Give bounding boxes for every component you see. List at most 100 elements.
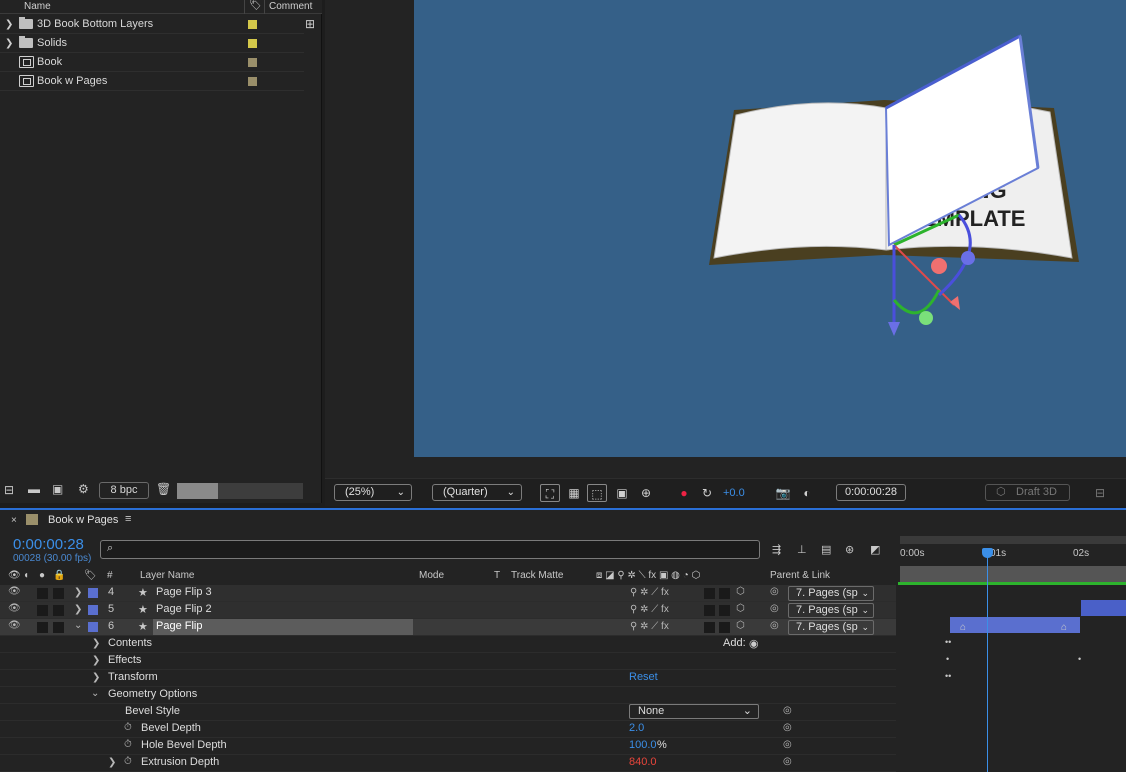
pick-whip-icon[interactable]: ◎ bbox=[783, 756, 792, 767]
layer-switches-icons[interactable]: ⚲ ✲ ⟋ fx bbox=[630, 587, 669, 598]
interpret-footage-icon[interactable]: ⊟ bbox=[4, 483, 14, 497]
keyframe-icon[interactable]: •• bbox=[945, 671, 951, 681]
trash-icon[interactable]: 🗑 bbox=[156, 482, 171, 496]
project-item-book[interactable]: Book bbox=[0, 53, 304, 72]
pick-whip-icon[interactable]: ◎ bbox=[783, 722, 792, 733]
chevron-right-icon[interactable]: ❯ bbox=[74, 604, 82, 615]
flowchart-icon[interactable]: ⊞ bbox=[305, 17, 315, 31]
draft-3d-toggle-icon[interactable]: ⊥ bbox=[797, 543, 807, 556]
layer-row-selected[interactable]: 👁 ⌄ 6 ★ Page Flip ⚲ ✲ ⟋ fx ⬡ ◎ 7. Pages … bbox=[0, 619, 896, 636]
3d-view-icon[interactable]: ⊟ bbox=[1090, 484, 1110, 502]
parent-dropdown[interactable]: 7. Pages (sp ⌄ bbox=[788, 586, 874, 601]
rotation-handle[interactable] bbox=[931, 258, 947, 274]
time-navigator[interactable] bbox=[900, 566, 1126, 582]
bit-depth-button[interactable]: 8 bpc bbox=[99, 482, 149, 499]
3d-layer-icon[interactable]: ⬡ bbox=[736, 620, 745, 631]
bevel-depth-value[interactable]: 2.0 bbox=[629, 722, 644, 734]
extrusion-depth-value[interactable]: 840.0 bbox=[629, 756, 657, 768]
close-icon[interactable]: × bbox=[11, 515, 17, 526]
motion-blur-icon[interactable]: ◩ bbox=[870, 543, 880, 556]
switches-header-icons[interactable]: ⧈ ◪ ⚲ ✲ ⟍ fx ▣ ◍ ◔ ⬡ bbox=[596, 570, 700, 581]
snapshot-icon[interactable]: 📷 bbox=[773, 484, 793, 502]
3d-layer-icon[interactable]: ⬡ bbox=[736, 603, 745, 614]
panel-menu-icon[interactable]: ≡ bbox=[125, 513, 131, 525]
thumbnail-slider[interactable] bbox=[177, 483, 303, 499]
lock-switch-icon[interactable]: 🔒 bbox=[53, 570, 65, 581]
draft-3d-button[interactable]: ⬡ Draft 3D bbox=[985, 484, 1070, 501]
parent-dropdown[interactable]: 7. Pages (sp ⌄ bbox=[788, 603, 874, 618]
keyframe-icon[interactable]: •• bbox=[945, 637, 951, 647]
exposure-value[interactable]: +0.0 bbox=[723, 487, 745, 499]
composition-mini-flowchart-icon[interactable]: ⇶ bbox=[772, 543, 781, 556]
x-arrow[interactable] bbox=[950, 296, 960, 310]
label-color-swatch[interactable] bbox=[248, 76, 257, 86]
chevron-right-icon[interactable]: ❯ bbox=[92, 638, 100, 649]
pick-whip-icon[interactable]: ◎ bbox=[783, 705, 792, 716]
time-ruler[interactable]: 0:00s 01s 02s bbox=[898, 532, 1126, 582]
layer-color-swatch[interactable] bbox=[88, 588, 98, 598]
chevron-right-icon[interactable]: ❯ bbox=[92, 655, 100, 666]
layer-row[interactable]: 👁 ❯ 5 ★ Page Flip 2 ⚲ ✲ ⟋ fx ⬡ ◎ 7. Page… bbox=[0, 602, 896, 619]
frame-blending-icon[interactable]: ⊛ bbox=[845, 543, 854, 556]
magnification-dropdown[interactable]: (25%) ⌄ bbox=[334, 484, 412, 501]
eye-icon[interactable]: 👁 bbox=[8, 620, 21, 631]
new-folder-icon[interactable]: ▬ bbox=[28, 482, 40, 496]
timeline-tab-title[interactable]: Book w Pages bbox=[48, 514, 118, 526]
rotation-ring[interactable] bbox=[892, 289, 941, 315]
layer-bar[interactable] bbox=[1081, 600, 1126, 616]
chevron-down-icon[interactable]: ⌄ bbox=[74, 620, 82, 631]
pick-whip-icon[interactable]: ◎ bbox=[770, 586, 779, 597]
chevron-right-icon[interactable]: ❯ bbox=[74, 587, 82, 598]
keyframe-icon[interactable]: ⌂ bbox=[1061, 622, 1067, 633]
composition-canvas[interactable]: TING EMPLATE bbox=[414, 0, 1126, 457]
layer-track-area[interactable]: ⌂ ⌂ •• • • •• bbox=[898, 586, 1126, 772]
stopwatch-icon[interactable]: ⏱ bbox=[124, 756, 132, 767]
region-of-interest-icon[interactable]: ⬚ bbox=[587, 484, 607, 502]
layer-switches-icons[interactable]: ⚲ ✲ ⟋ fx bbox=[630, 604, 669, 615]
rotation-handle[interactable] bbox=[919, 311, 933, 325]
label-color-swatch[interactable] bbox=[248, 38, 257, 48]
layer-color-swatch[interactable] bbox=[88, 605, 98, 615]
pick-whip-icon[interactable]: ◎ bbox=[770, 603, 779, 614]
preserve-transparency-header[interactable]: T bbox=[494, 570, 500, 581]
audio-switch-icon[interactable]: ◖ bbox=[23, 570, 29, 581]
chevron-down-icon[interactable]: ⌄ bbox=[91, 688, 99, 699]
comment-column-header[interactable]: Comment bbox=[269, 1, 312, 12]
new-composition-icon[interactable]: ▣ bbox=[52, 482, 63, 496]
property-row-transform[interactable]: ❯ Transform Reset bbox=[0, 670, 896, 687]
chevron-right-icon[interactable]: ❯ bbox=[92, 672, 100, 683]
property-row-bevel-style[interactable]: Bevel Style None ⌄ ◎ bbox=[0, 704, 896, 721]
current-time-display[interactable]: 0:00:00:28 bbox=[836, 484, 906, 501]
label-color-swatch[interactable] bbox=[248, 57, 257, 67]
parent-dropdown[interactable]: 7. Pages (sp ⌄ bbox=[788, 620, 874, 635]
reset-link[interactable]: Reset bbox=[629, 671, 658, 683]
project-item-solids[interactable]: ❯ Solids bbox=[0, 34, 304, 53]
project-settings-icon[interactable]: ⚙ bbox=[78, 482, 89, 496]
hide-shy-layers-icon[interactable]: ▤ bbox=[821, 543, 831, 556]
bevel-style-dropdown[interactable]: None ⌄ bbox=[629, 704, 759, 719]
resolution-dropdown[interactable]: (Quarter) ⌄ bbox=[432, 484, 522, 501]
chevron-right-icon[interactable]: ❯ bbox=[5, 19, 13, 30]
layer-number-header[interactable]: # bbox=[107, 570, 113, 581]
playhead-handle[interactable] bbox=[982, 548, 993, 558]
current-time-indicator[interactable]: 0:00:00:28 bbox=[13, 536, 84, 553]
property-row-contents[interactable]: ❯ Contents Add: ◉ bbox=[0, 636, 896, 653]
mask-visibility-icon[interactable]: ▣ bbox=[612, 484, 632, 502]
fast-previews-icon[interactable]: ⛶ bbox=[540, 484, 560, 502]
pick-whip-icon[interactable]: ◎ bbox=[770, 620, 779, 631]
project-item-3d-book-bottom-layers[interactable]: ❯ 3D Book Bottom Layers ⊞ bbox=[0, 15, 315, 34]
project-item-book-w-pages[interactable]: Book w Pages bbox=[0, 72, 304, 91]
layer-name-header[interactable]: Layer Name bbox=[140, 570, 194, 581]
chevron-right-icon[interactable]: ❯ bbox=[5, 38, 13, 49]
parent-link-header[interactable]: Parent & Link bbox=[770, 570, 830, 581]
layer-name[interactable]: Page Flip 3 bbox=[156, 586, 212, 598]
add-icon[interactable]: ◉ bbox=[749, 637, 759, 650]
eye-icon[interactable]: 👁 bbox=[8, 603, 21, 614]
eye-icon[interactable]: 👁 bbox=[8, 586, 21, 597]
mode-header[interactable]: Mode bbox=[419, 570, 444, 581]
label-tag-icon[interactable]: 🏷 bbox=[249, 0, 262, 11]
layer-switches-icons[interactable]: ⚲ ✲ ⟋ fx bbox=[630, 621, 669, 632]
work-area-bar[interactable] bbox=[900, 536, 1126, 544]
grid-guides-icon[interactable]: ⊕ bbox=[636, 484, 656, 502]
keyframe-icon[interactable]: • bbox=[946, 654, 949, 664]
